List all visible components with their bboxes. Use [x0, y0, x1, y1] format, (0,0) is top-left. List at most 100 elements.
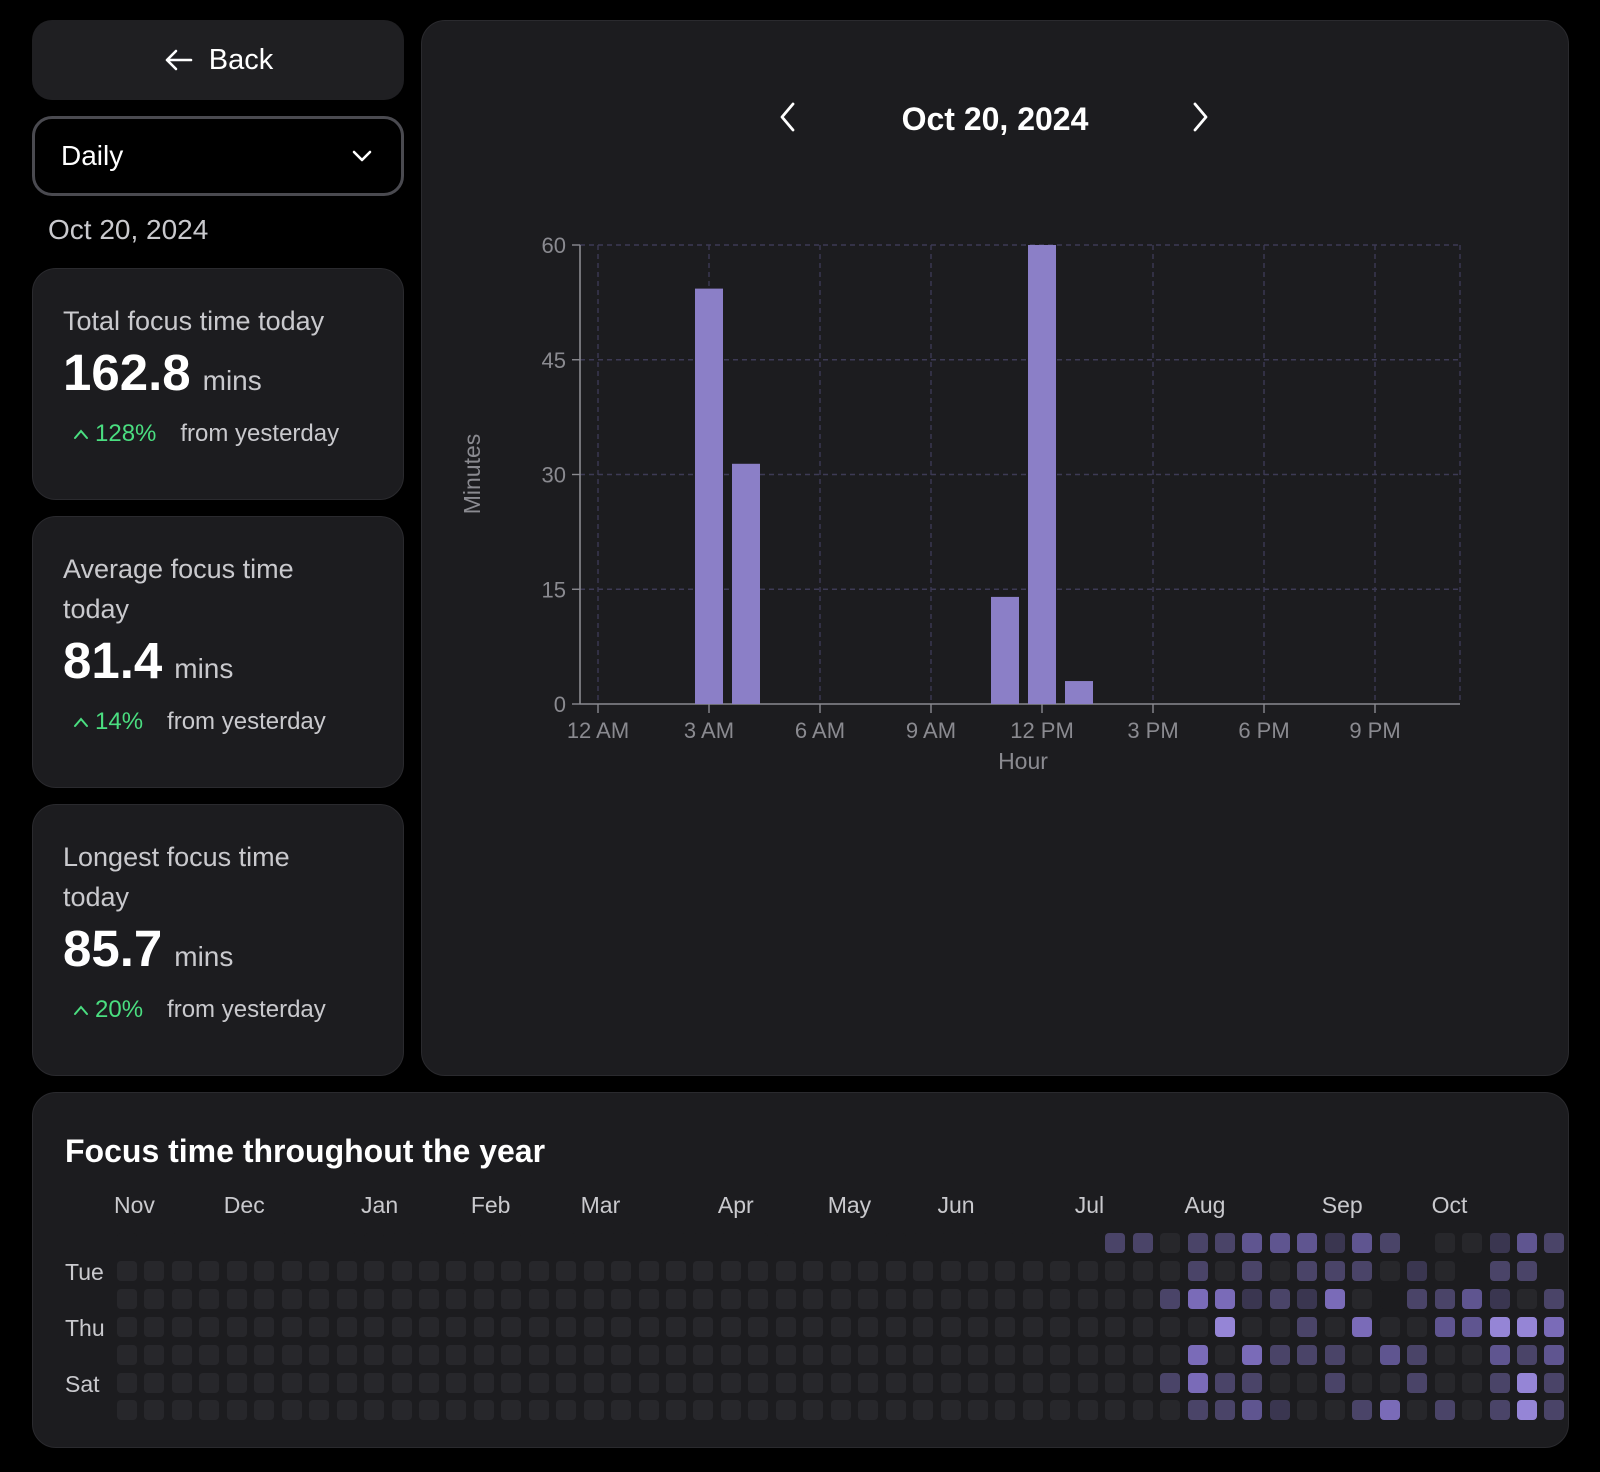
heatmap-cell[interactable] — [1462, 1344, 1483, 1365]
heatmap-cell[interactable] — [1215, 1372, 1235, 1393]
heatmap-cell[interactable] — [556, 1344, 577, 1365]
heatmap-cell[interactable] — [1050, 1316, 1071, 1337]
heatmap-cell[interactable] — [1215, 1260, 1235, 1281]
heatmap-cell[interactable] — [364, 1260, 385, 1281]
heatmap-cell[interactable] — [556, 1400, 577, 1421]
heatmap-cell[interactable] — [940, 1233, 961, 1253]
heatmap-cell[interactable] — [940, 1260, 961, 1281]
heatmap-cell[interactable] — [199, 1372, 220, 1393]
heatmap-cell[interactable] — [226, 1372, 247, 1393]
heatmap-cell[interactable] — [364, 1233, 385, 1253]
heatmap-cell[interactable] — [446, 1260, 467, 1281]
heatmap-cell[interactable] — [117, 1344, 137, 1365]
heatmap-cell[interactable] — [1489, 1372, 1510, 1393]
heatmap-cell[interactable] — [1379, 1288, 1400, 1309]
heatmap-cell[interactable] — [666, 1344, 686, 1365]
heatmap-cell[interactable] — [144, 1233, 165, 1253]
heatmap-cell[interactable] — [1022, 1288, 1043, 1309]
heatmap-cell[interactable] — [995, 1260, 1016, 1281]
heatmap-cell[interactable] — [967, 1400, 988, 1421]
heatmap-cell[interactable] — [940, 1372, 961, 1393]
heatmap-cell[interactable] — [638, 1288, 659, 1309]
heatmap-cell[interactable] — [1352, 1400, 1373, 1421]
heatmap-cell[interactable] — [1269, 1372, 1290, 1393]
heatmap-cell[interactable] — [1132, 1288, 1153, 1309]
period-select[interactable]: Daily — [32, 116, 404, 196]
heatmap-cell[interactable] — [117, 1233, 137, 1253]
heatmap-cell[interactable] — [1160, 1400, 1181, 1421]
heatmap-cell[interactable] — [967, 1233, 988, 1253]
heatmap-cell[interactable] — [611, 1288, 632, 1309]
heatmap-cell[interactable] — [226, 1400, 247, 1421]
heatmap-cell[interactable] — [418, 1372, 439, 1393]
heatmap-cell[interactable] — [501, 1400, 522, 1421]
heatmap-cell[interactable] — [1324, 1400, 1345, 1421]
heatmap-cell[interactable] — [666, 1233, 686, 1253]
heatmap-cell[interactable] — [583, 1316, 604, 1337]
heatmap-cell[interactable] — [720, 1288, 741, 1309]
heatmap-cell[interactable] — [583, 1288, 604, 1309]
heatmap-cell[interactable] — [1077, 1288, 1098, 1309]
heatmap-cell[interactable] — [473, 1344, 494, 1365]
heatmap-cell[interactable] — [199, 1400, 220, 1421]
heatmap-cell[interactable] — [1352, 1260, 1373, 1281]
heatmap-cell[interactable] — [1434, 1400, 1455, 1421]
heatmap-cell[interactable] — [144, 1260, 165, 1281]
heatmap-cell[interactable] — [638, 1344, 659, 1365]
heatmap-cell[interactable] — [611, 1233, 632, 1253]
heatmap-cell[interactable] — [885, 1233, 906, 1253]
heatmap-cell[interactable] — [1077, 1400, 1098, 1421]
heatmap-cell[interactable] — [391, 1233, 412, 1253]
heatmap-cell[interactable] — [418, 1233, 439, 1253]
heatmap-cell[interactable] — [1242, 1400, 1263, 1421]
heatmap-cell[interactable] — [1242, 1233, 1263, 1253]
heatmap-cell[interactable] — [748, 1316, 769, 1337]
heatmap-cell[interactable] — [858, 1400, 879, 1421]
heatmap-cell[interactable] — [1379, 1344, 1400, 1365]
heatmap-cell[interactable] — [1434, 1288, 1455, 1309]
heatmap-cell[interactable] — [1077, 1344, 1098, 1365]
heatmap-cell[interactable] — [995, 1344, 1016, 1365]
heatmap-cell[interactable] — [967, 1372, 988, 1393]
heatmap-cell[interactable] — [144, 1344, 165, 1365]
heatmap-cell[interactable] — [391, 1316, 412, 1337]
heatmap-cell[interactable] — [473, 1400, 494, 1421]
heatmap-cell[interactable] — [1050, 1344, 1071, 1365]
heatmap-cell[interactable] — [1105, 1260, 1126, 1281]
heatmap-cell[interactable] — [583, 1372, 604, 1393]
heatmap-cell[interactable] — [364, 1344, 385, 1365]
heatmap-cell[interactable] — [1352, 1372, 1373, 1393]
heatmap-cell[interactable] — [638, 1400, 659, 1421]
heatmap-cell[interactable] — [1434, 1316, 1455, 1337]
heatmap-cell[interactable] — [748, 1372, 769, 1393]
heatmap-cell[interactable] — [995, 1288, 1016, 1309]
heatmap-cell[interactable] — [940, 1400, 961, 1421]
heatmap-cell[interactable] — [309, 1288, 330, 1309]
heatmap-cell[interactable] — [720, 1233, 741, 1253]
heatmap-cell[interactable] — [583, 1344, 604, 1365]
heatmap-cell[interactable] — [666, 1372, 686, 1393]
heatmap-cell[interactable] — [281, 1344, 302, 1365]
heatmap-cell[interactable] — [1462, 1288, 1483, 1309]
heatmap-cell[interactable] — [1297, 1400, 1318, 1421]
heatmap-cell[interactable] — [1242, 1288, 1263, 1309]
heatmap-cell[interactable] — [1324, 1288, 1345, 1309]
heatmap-cell[interactable] — [1407, 1344, 1428, 1365]
heatmap-cell[interactable] — [1516, 1372, 1537, 1393]
heatmap-cell[interactable] — [171, 1400, 192, 1421]
heatmap-cell[interactable] — [418, 1260, 439, 1281]
heatmap-cell[interactable] — [1434, 1260, 1455, 1281]
heatmap-cell[interactable] — [638, 1260, 659, 1281]
heatmap-cell[interactable] — [803, 1260, 824, 1281]
heatmap-cell[interactable] — [748, 1260, 769, 1281]
heatmap-cell[interactable] — [1105, 1233, 1126, 1253]
heatmap-cell[interactable] — [693, 1372, 714, 1393]
heatmap-cell[interactable] — [309, 1344, 330, 1365]
heatmap-cell[interactable] — [940, 1316, 961, 1337]
heatmap-cell[interactable] — [830, 1316, 851, 1337]
heatmap-cell[interactable] — [446, 1344, 467, 1365]
heatmap-cell[interactable] — [1242, 1260, 1263, 1281]
heatmap-cell[interactable] — [199, 1260, 220, 1281]
heatmap-cell[interactable] — [913, 1260, 934, 1281]
heatmap-cell[interactable] — [693, 1233, 714, 1253]
